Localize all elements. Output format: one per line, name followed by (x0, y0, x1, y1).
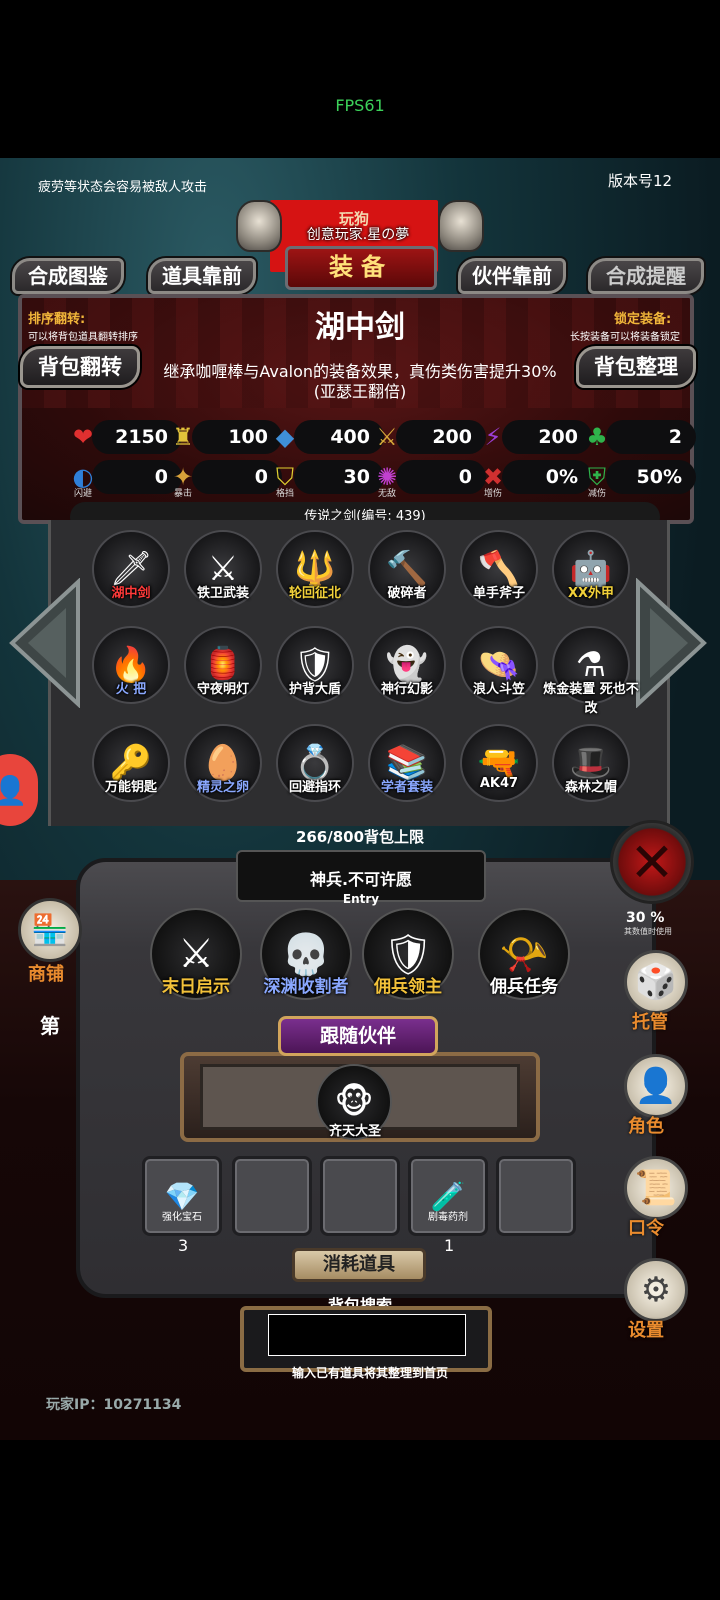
inventory-item-label: 轮回征北 (288, 586, 341, 601)
settings-gear-icon[interactable]: ⚙ (624, 1258, 688, 1322)
inventory-item-label: 火 把 (115, 682, 147, 697)
item-name: 湖中剑 (315, 310, 405, 345)
skull-ornament-left-icon (236, 200, 282, 252)
command-icon[interactable]: 📜 (624, 1156, 688, 1220)
inventory-item-label: 湖中剑 (111, 586, 151, 601)
percent-readout: 30 % (626, 910, 665, 926)
search-hint: 输入已有道具将其整理到首页 (291, 1366, 448, 1380)
character-label: 角色 (628, 1116, 664, 1137)
consumable-slot[interactable]: 💎 (142, 1156, 222, 1236)
inventory-item-label: 万能钥匙 (104, 780, 157, 795)
skull-ornament-right-icon (438, 200, 484, 252)
inventory-item-label: 浪人斗笠 (472, 682, 525, 697)
stat-label: 无敌 (378, 489, 397, 499)
heart-icon: ❤ (72, 423, 94, 451)
fps-counter: FPS61 (335, 96, 385, 115)
tab-equipment[interactable]: 装备 (285, 246, 437, 290)
consumable-count: 3 (178, 1236, 189, 1255)
floor-label: 第 (40, 1014, 60, 1038)
consumable-count: 1 (444, 1236, 455, 1255)
inventory-item-label: 森林之帽 (564, 780, 617, 795)
stat-label: 减伤 (588, 489, 607, 499)
consumable-slot[interactable] (496, 1156, 576, 1236)
stat-label: 格挡 (276, 489, 295, 499)
stat-value: 200 (502, 420, 592, 454)
companion-name: 齐天大圣 (328, 1124, 381, 1139)
mission-label: 深渊收割者 (263, 977, 349, 997)
tab-items-first[interactable]: 道具靠前 (148, 258, 256, 294)
stat-label: 闪避 (74, 489, 93, 499)
lock-equip-hint: 长按装备可以将装备锁定 (570, 332, 680, 343)
inventory-item-label: 神行幻影 (380, 682, 433, 697)
bag-capacity: 266/800背包上限 (295, 828, 425, 846)
entry-subtitle: Entry (342, 892, 380, 906)
shop-icon[interactable]: 🏪 (18, 898, 82, 962)
inventory-item-label: 守夜明灯 (196, 682, 249, 697)
stat-value: 2 (606, 420, 696, 454)
stat-value: 0 (396, 460, 486, 494)
character-icon[interactable]: 👤 (624, 1054, 688, 1118)
command-label: 口令 (628, 1218, 664, 1239)
settings-label: 设置 (628, 1320, 664, 1341)
mission-label: 末日启示 (162, 977, 230, 997)
bag-organize-button[interactable]: 背包整理 (576, 346, 696, 388)
inventory-item-label: 学者套装 (380, 780, 433, 795)
boot-icon: ◆ (275, 423, 295, 451)
consumable-label: 剧毒药剂 (428, 1212, 468, 1223)
inventory-item-label: 精灵之卵 (196, 780, 249, 795)
armor-icon: ♜ (172, 423, 194, 451)
inventory-item-label: 单手斧子 (472, 586, 525, 601)
lightning-icon: ⚡ (484, 423, 502, 451)
mission-label: 佣兵任务 (490, 977, 558, 997)
inventory-item-label: AK47 (479, 776, 519, 791)
bag-flip-button[interactable]: 背包翻转 (20, 346, 140, 388)
stat-label: 增伤 (484, 489, 503, 499)
stat-value: 200 (396, 420, 486, 454)
status-notice: 疲劳等状态会容易被敌人攻击 (38, 180, 208, 195)
inventory-item-label: 铁卫武装 (196, 586, 249, 601)
auto-manage-label: 托管 (632, 1012, 668, 1033)
version-label: 版本号12 (608, 172, 673, 190)
inventory-item-label: 破碎者 (387, 586, 427, 601)
stat-label: 暴击 (174, 489, 193, 499)
creator-label: 创意玩家.星の夢 (306, 227, 410, 243)
tab-synthesis-catalog[interactable]: 合成图鉴 (12, 258, 124, 294)
tab-synthesis-reminder[interactable]: 合成提醒 (588, 258, 704, 294)
mission-label: 佣兵领主 (374, 977, 442, 997)
consumable-slot[interactable] (232, 1156, 312, 1236)
consumable-label: 强化宝石 (162, 1212, 202, 1223)
percent-hint: 其数值时使用 (624, 927, 672, 936)
shop-label: 商铺 (28, 964, 64, 985)
lock-equip-title: 锁定装备: (614, 312, 672, 327)
inventory-item-label: 护背大盾 (288, 682, 341, 697)
sort-flip-hint: 可以将背包道具翻转排序 (28, 332, 138, 343)
next-page-arrow-icon[interactable] (630, 578, 710, 708)
entry-title: 神兵.不可许愿 (309, 870, 413, 889)
inventory-item-label: 回避指环 (288, 780, 341, 795)
stat-value: 0% (502, 460, 592, 494)
dice-icon[interactable]: 🎲 (624, 950, 688, 1014)
stat-value: 50% (606, 460, 696, 494)
clover-icon: ♣ (586, 423, 608, 451)
companion-title: 跟随伙伴 (278, 1016, 438, 1056)
sort-flip-title: 排序翻转: (28, 312, 86, 327)
consumables-title: 消耗道具 (292, 1248, 426, 1282)
consumable-slot[interactable] (320, 1156, 400, 1236)
inventory-item-label: XX外甲 (567, 586, 615, 601)
inventory-item-label: 炼金装置 死也不改 (543, 682, 639, 716)
tab-companions-first[interactable]: 伙伴靠前 (458, 258, 566, 294)
item-description: 继承咖喱棒与Avalon的装备效果，真伤类伤害提升30%(亚瑟王翻倍) (163, 362, 557, 401)
previous-page-arrow-icon[interactable] (6, 578, 86, 708)
close-button[interactable]: ✕ (610, 820, 694, 904)
sword-icon: ⚔ (376, 423, 398, 451)
player-ip: 玩家IP：10271134 (46, 1397, 182, 1413)
consumable-slot[interactable]: 🧪 (408, 1156, 488, 1236)
bag-search-input[interactable] (268, 1314, 466, 1356)
